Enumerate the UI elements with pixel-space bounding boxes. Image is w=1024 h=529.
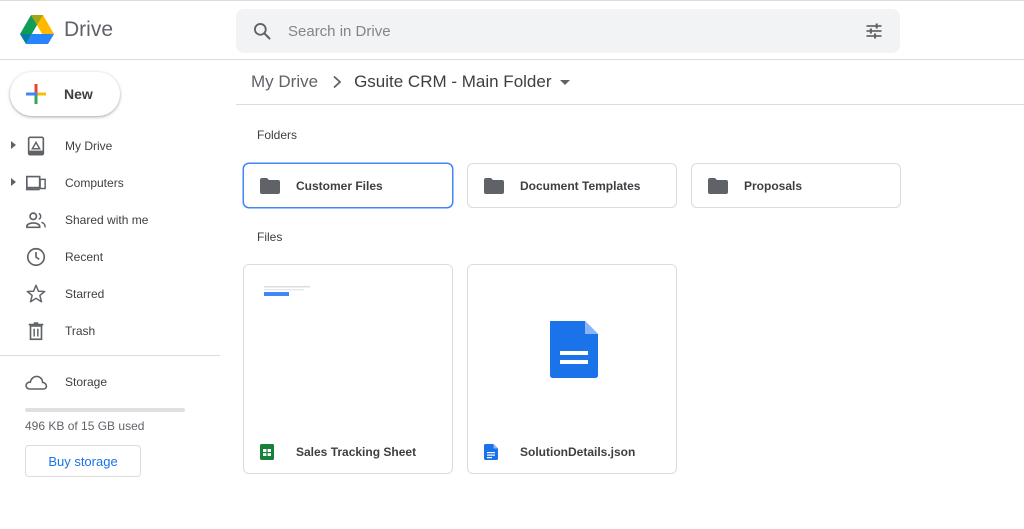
new-button[interactable]: New xyxy=(10,72,120,116)
trash-icon xyxy=(28,322,44,341)
main-divider xyxy=(236,104,1024,105)
sidebar-item-label: Recent xyxy=(65,249,104,264)
google-sheets-icon xyxy=(260,444,274,460)
drive-logo-icon xyxy=(20,15,54,44)
folder-icon xyxy=(260,177,280,194)
google-docs-icon xyxy=(484,444,498,460)
sidebar-nav: My Drive Computers Shared with me Recent… xyxy=(0,127,220,349)
expand-arrow-icon[interactable] xyxy=(11,178,16,186)
file-name: SolutionDetails.json xyxy=(520,445,636,459)
app-name: Drive xyxy=(64,18,114,41)
sidebar-item-computers[interactable]: Computers xyxy=(0,164,220,201)
sidebar-item-label: Trash xyxy=(65,323,96,338)
breadcrumb-my-drive[interactable]: My Drive xyxy=(251,72,318,92)
breadcrumb-current-folder[interactable]: Gsuite CRM - Main Folder xyxy=(354,72,551,92)
dropdown-arrow-icon[interactable] xyxy=(559,79,570,85)
folder-document-templates[interactable]: Document Templates xyxy=(467,163,677,208)
sidebar-item-label: Computers xyxy=(65,175,124,190)
sidebar-item-shared-with-me[interactable]: Shared with me xyxy=(0,201,220,238)
top-bar: Drive xyxy=(0,0,1024,60)
search-input[interactable] xyxy=(288,22,828,40)
computers-icon xyxy=(25,175,46,191)
sidebar-item-starred[interactable]: Starred xyxy=(0,275,220,312)
plus-icon xyxy=(26,84,46,104)
sidebar-item-storage[interactable]: Storage xyxy=(0,366,220,398)
folder-customer-files[interactable]: Customer Files xyxy=(243,163,453,208)
buy-storage-button[interactable]: Buy storage xyxy=(25,445,141,477)
folder-proposals[interactable]: Proposals xyxy=(691,163,901,208)
new-button-label: New xyxy=(64,86,93,102)
file-footer: Sales Tracking Sheet xyxy=(244,437,452,467)
file-name: Sales Tracking Sheet xyxy=(296,445,417,459)
sidebar-item-recent[interactable]: Recent xyxy=(0,238,220,275)
breadcrumb: My Drive Gsuite CRM - Main Folder xyxy=(251,70,570,94)
storage-label: Storage xyxy=(65,375,108,389)
sidebar-divider xyxy=(0,355,220,356)
sidebar-item-label: My Drive xyxy=(65,138,113,153)
file-card-solution-details[interactable]: SolutionDetails.json xyxy=(467,264,677,474)
file-card-sales-tracking-sheet[interactable]: Sales Tracking Sheet xyxy=(243,264,453,474)
folder-name: Document Templates xyxy=(520,178,641,193)
folder-icon xyxy=(484,177,504,194)
folder-icon xyxy=(708,177,728,194)
expand-arrow-icon[interactable] xyxy=(11,141,16,149)
drive-logo[interactable]: Drive xyxy=(20,15,113,45)
sheet-preview-thumbnail xyxy=(264,286,310,296)
recent-clock-icon xyxy=(26,247,46,267)
folder-name: Proposals xyxy=(744,178,803,193)
sidebar-item-label: Starred xyxy=(65,286,105,301)
folder-name: Customer Files xyxy=(296,178,383,193)
my-drive-icon xyxy=(27,136,45,156)
search-icon[interactable] xyxy=(252,21,272,41)
cloud-icon xyxy=(25,375,48,390)
storage-usage-bar xyxy=(25,408,185,412)
docs-preview-thumbnail xyxy=(550,321,598,378)
sidebar-item-trash[interactable]: Trash xyxy=(0,312,220,349)
shared-with-me-icon xyxy=(26,212,46,229)
storage-usage-text: 496 KB of 15 GB used xyxy=(25,419,145,433)
chevron-right-icon xyxy=(333,75,342,89)
search-bar[interactable] xyxy=(236,9,900,53)
sidebar-item-label: Shared with me xyxy=(65,212,149,227)
file-footer: SolutionDetails.json xyxy=(468,437,676,467)
sidebar-item-my-drive[interactable]: My Drive xyxy=(0,127,220,164)
files-section-title: Files xyxy=(257,230,283,244)
search-options-icon[interactable] xyxy=(864,21,884,41)
folders-section-title: Folders xyxy=(257,128,298,142)
star-icon xyxy=(26,284,46,303)
